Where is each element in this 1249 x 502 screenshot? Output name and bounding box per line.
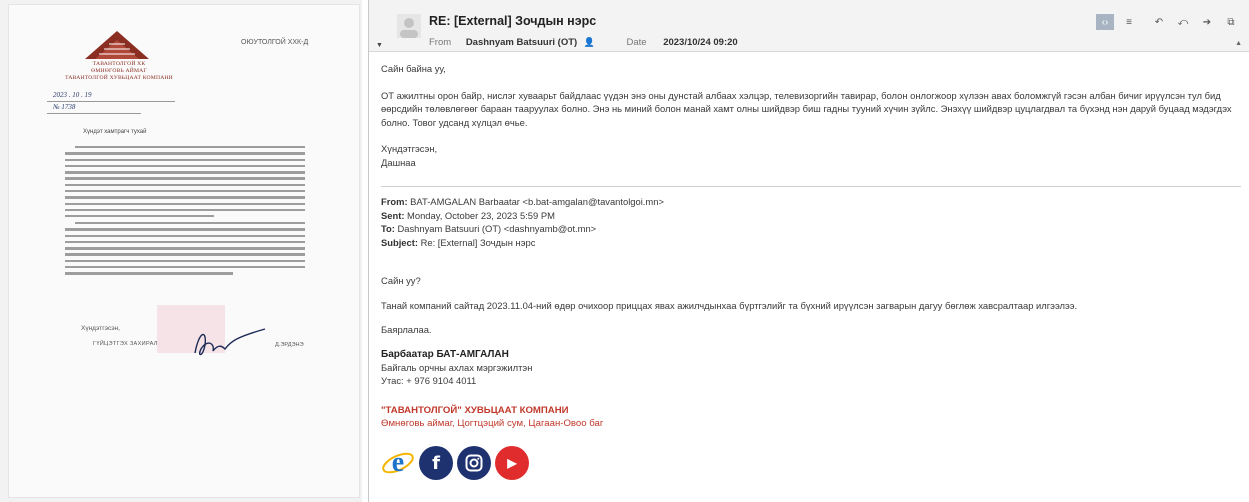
signature-phone-value: + 976 9104 4011	[406, 375, 477, 386]
signature-name: Барбаатар БАТ-АМГАЛАН	[381, 349, 509, 360]
org-line: ӨМНӨГОВЬ АЙМАГ	[91, 68, 147, 74]
company-name: "ТАВАНТОЛГОЙ" ХУВЬЦААТ КОМПАНИ	[381, 405, 569, 416]
letter-page: ТАВАНТОЛГОЙ ХК ӨМНӨГОВЬ АЙМАГ ТАВАНТОЛГО…	[8, 4, 360, 498]
quoted-sent-label: Sent:	[381, 209, 405, 221]
letterhead-org: ТАВАНТОЛГОЙ ХК ӨМНӨГОВЬ АЙМАГ ТАВАНТОЛГО…	[49, 61, 189, 82]
instagram-icon[interactable]	[457, 446, 491, 480]
letter-ref-date: 2023 . 10 . 19	[47, 91, 175, 102]
signature-phone: Утас: + 976 9104 4011	[381, 374, 532, 387]
quoted-header: From: BAT-AMGALAN Barbaatar <b.bat-amgal…	[381, 186, 1241, 249]
email-body: Сайн байна уу, ОТ ажилтны орон байр, нис…	[381, 62, 1241, 169]
quoted-paragraph: Танай компаний сайтад 2023.11.04-ний өдө…	[381, 299, 1078, 311]
signature-phone-label: Утас:	[381, 375, 404, 386]
letter-closing: Хүндэтгэсэн,	[81, 325, 120, 332]
letter-ref-number: № 1738	[47, 103, 141, 114]
email-subject: RE: [External] Зочдын нэрс	[429, 14, 597, 28]
forward-icon[interactable]: ➔	[1198, 14, 1216, 30]
signer-role: ГҮЙЦЭТГЭХ ЗАХИРАЛ	[93, 341, 158, 347]
email-sender-short: Дашнаа	[381, 156, 416, 168]
quoted-to: To: Dashnyam Batsuuri (OT) <dashnyamb@ot…	[381, 222, 1241, 236]
quoted-from: From: BAT-AMGALAN Barbaatar <b.bat-amgal…	[381, 195, 1241, 209]
quoted-body: Сайн уу? Танай компаний сайтад 2023.11.0…	[381, 274, 1241, 348]
quoted-sent-value: Monday, October 23, 2023 5:59 PM	[407, 209, 555, 221]
quoted-subject-label: Subject:	[381, 236, 418, 248]
reply-icon[interactable]: ↶	[1150, 14, 1168, 30]
from-label: From	[429, 37, 452, 48]
quoted-from-value[interactable]: BAT-AMGALAN Barbaatar <b.bat-amgalan@tav…	[410, 196, 664, 207]
company-signature: "ТАВАНТОЛГОЙ" ХУВЬЦААТ КОМПАНИ Өмнөговь …	[381, 404, 603, 430]
ie-icon[interactable]: e	[381, 446, 415, 480]
quoted-thanks: Баярлалаа.	[381, 324, 432, 335]
menu-icon[interactable]: ≡	[1120, 14, 1138, 30]
svg-text:e: e	[392, 447, 404, 478]
from-value[interactable]: Dashnyam Batsuuri (OT)	[466, 37, 577, 48]
quoted-sent: Sent: Monday, October 23, 2023 5:59 PM	[381, 209, 1241, 223]
social-links: e f ▶	[381, 446, 529, 480]
email-header: ▼ RE: [External] Зочдын нэрс From Dashny…	[369, 0, 1249, 52]
email-toolbar: ‹› ≡ ↶ ⤺ ➔ ⧉	[1096, 14, 1240, 30]
view-toggle-icon[interactable]: ‹›	[1096, 14, 1114, 30]
sender-avatar	[397, 14, 421, 38]
collapse-caret-icon[interactable]: ▲	[1235, 40, 1242, 47]
email-greeting: Сайн байна уу,	[381, 63, 446, 74]
email-meta-row: From Dashnyam Batsuuri (OT) 👤 Date 2023/…	[429, 37, 738, 48]
quoted-to-value[interactable]: Dashnyam Batsuuri (OT) <dashnyamb@ot.mn>	[398, 223, 597, 234]
letter-paragraph	[65, 222, 305, 279]
expand-caret-icon[interactable]: ▼	[376, 42, 383, 49]
letter-addressee: ОЮУТОЛГОЙ ХХК-Д	[241, 39, 309, 46]
letter-paragraph	[65, 146, 305, 221]
quoted-subject: Subject: Re: [External] Зочдын нэрс	[381, 236, 1241, 250]
contact-card-icon[interactable]: 👤	[584, 37, 595, 48]
popout-icon[interactable]: ⧉	[1222, 14, 1240, 30]
quoted-to-label: To:	[381, 223, 395, 234]
date-value: 2023/10/24 09:20	[663, 37, 738, 48]
quoted-from-label: From:	[381, 196, 408, 207]
email-reader: ▼ RE: [External] Зочдын нэрс From Dashny…	[368, 0, 1249, 502]
date-label: Date	[626, 37, 647, 48]
quoted-greeting: Сайн уу?	[381, 275, 421, 286]
youtube-icon[interactable]: ▶	[495, 446, 529, 480]
letter-salutation: Хүндэт хамтрагч тухай	[83, 129, 147, 135]
reply-all-icon[interactable]: ⤺	[1174, 14, 1192, 30]
org-line: ТАВАНТОЛГОЙ ХУВЬЦААТ КОМПАНИ	[65, 75, 173, 81]
quoted-signature: Барбаатар БАТ-АМГАЛАН Байгаль орчны ахла…	[381, 348, 532, 387]
org-line: ТАВАНТОЛГОЙ ХК	[92, 61, 146, 67]
facebook-icon[interactable]: f	[419, 446, 453, 480]
signer-name: Д.ЭРДЭНЭ	[275, 342, 304, 348]
handwritten-signature	[194, 328, 266, 356]
quoted-subject-value: Re: [External] Зочдын нэрс	[420, 236, 536, 248]
email-paragraph: ОТ ажилтны орон байр, нислэг хуваарьт ба…	[381, 89, 1232, 128]
company-logo	[85, 31, 149, 59]
handwritten-date: 2023 . 10 . 19	[53, 91, 92, 99]
company-address: Өмнөговь аймаг, Цогтцэций сум, Цагаан-Ов…	[381, 418, 604, 429]
email-closing: Хүндэтгэсэн,	[381, 143, 438, 154]
handwritten-ref: № 1738	[53, 103, 76, 111]
signature-title: Байгаль орчны ахлах мэргэжилтэн	[381, 362, 533, 373]
letter-scan-pane: ТАВАНТОЛГОЙ ХК ӨМНӨГОВЬ АЙМАГ ТАВАНТОЛГО…	[0, 0, 362, 502]
